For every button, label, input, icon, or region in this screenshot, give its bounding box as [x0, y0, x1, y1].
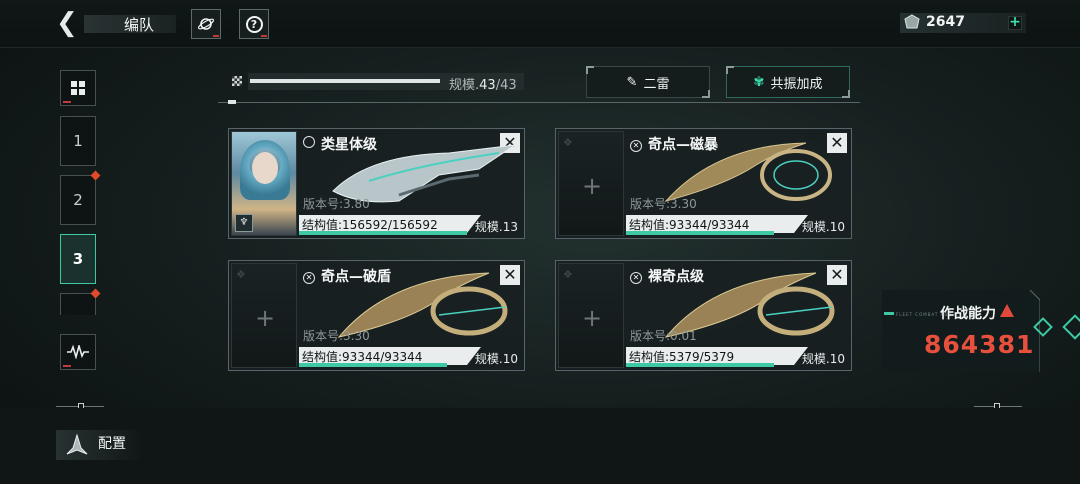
add-currency-button[interactable]: +	[1008, 15, 1022, 30]
back-arrow-icon[interactable]: ❮	[56, 10, 82, 38]
captain-portrait[interactable]: ♆	[231, 131, 297, 236]
add-icon: +	[582, 172, 603, 200]
sidebar-item-2[interactable]: 2	[60, 175, 96, 225]
flower-icon: ✾	[753, 74, 765, 90]
help-icon: ?	[245, 15, 263, 33]
singularity-class-icon: ✕	[303, 272, 315, 284]
sidebar-item-label: 1	[73, 132, 83, 150]
currency-value: 2647	[926, 14, 965, 30]
sidebar-item-1[interactable]: 1	[60, 116, 96, 166]
ship-scale: 规模.10	[801, 220, 845, 234]
sidebar-item-3[interactable]: 3	[60, 234, 96, 284]
sidebar-item-label: 2	[73, 191, 83, 209]
singularity-class-icon: ✕	[630, 272, 642, 284]
empty-captain-slot[interactable]: ❖ +	[558, 263, 624, 368]
ship-scale: 规模.13	[474, 220, 518, 234]
empty-captain-slot[interactable]: ❖ +	[231, 263, 297, 368]
rank-badge-icon: ♆	[235, 214, 253, 232]
ship-card[interactable]: ❖ + ✕ 奇点—破盾 ✕ 版本号:3.30 结构值:93344/93344 规模…	[228, 260, 525, 371]
ship-card[interactable]: ❖ + ✕ 奇点—磁暴 ✕ 版本号:3.30 结构值:93344/93344 规模…	[555, 128, 852, 239]
bottom-bar	[0, 408, 1080, 484]
page-title: 编队	[124, 16, 155, 34]
warning-icon[interactable]	[1000, 304, 1014, 317]
ship-card[interactable]: ❖ + ✕ 裸奇点级 ✕ 版本号:0.01 结构值:5379/5379 规模.10	[555, 260, 852, 371]
hp-bar-fill	[626, 363, 774, 367]
empty-captain-slot[interactable]: ❖ +	[558, 131, 624, 236]
emblem-icon: ❖	[563, 268, 573, 281]
shield-class-icon	[303, 136, 315, 148]
version-number: 版本号:3.30	[630, 197, 697, 211]
ship-card[interactable]: ♆ 类星体级 ✕ 版本号:3.80 结构值:156592/156592 规模.1…	[228, 128, 525, 239]
config-label: 配置	[98, 436, 126, 452]
help-button[interactable]: ?	[239, 9, 269, 39]
grid-icon	[71, 81, 85, 95]
hp-bar-fill	[299, 363, 447, 367]
emblem-icon: ❖	[563, 136, 573, 149]
ship-scale: 规模.10	[801, 352, 845, 366]
resonance-button[interactable]: ✾ 共振加成	[726, 66, 850, 98]
version-number: 版本号:0.01	[630, 329, 697, 343]
add-icon: +	[255, 304, 276, 332]
emblem-icon: ❖	[236, 268, 246, 281]
waveform-icon	[67, 345, 89, 359]
combat-power-label: 作战能力	[940, 306, 996, 322]
hp-bar-fill	[299, 231, 467, 235]
grid-view-button[interactable]	[60, 70, 96, 106]
planet-icon[interactable]	[191, 9, 221, 39]
version-number: 版本号:3.80	[303, 197, 370, 211]
singularity-class-icon: ✕	[630, 140, 642, 152]
expand-panel-icon[interactable]	[1062, 314, 1080, 340]
scale-label: 规模.43/43	[449, 78, 517, 93]
combat-power-value: 864381	[924, 330, 1035, 359]
scale-bar-fill	[250, 79, 440, 83]
divider	[218, 102, 860, 103]
ship-scale: 规模.10	[474, 352, 518, 366]
secondary-button[interactable]: ✎ 二雷	[586, 66, 710, 98]
sidebar-item-4[interactable]	[60, 293, 96, 315]
waveform-button[interactable]	[60, 334, 96, 370]
pen-icon: ✎	[626, 74, 638, 90]
sidebar-item-label: 3	[72, 250, 84, 268]
hp-bar-fill	[626, 231, 774, 235]
add-icon: +	[582, 304, 603, 332]
scale-icon	[232, 76, 242, 86]
version-number: 版本号:3.30	[303, 329, 370, 343]
ship-config-icon	[66, 433, 88, 461]
crystal-icon	[904, 14, 920, 32]
